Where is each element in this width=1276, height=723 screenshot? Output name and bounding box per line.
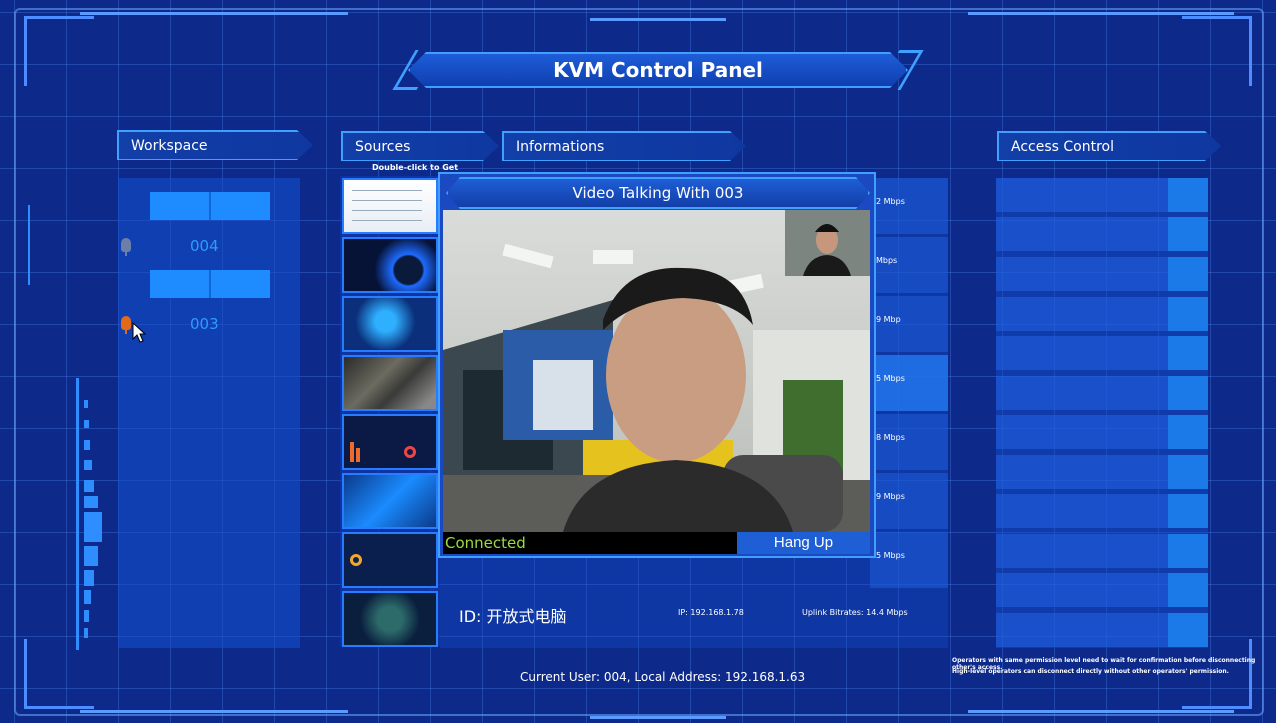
connection-status: Connected (443, 532, 737, 554)
access-row[interactable] (996, 415, 1208, 449)
info-row[interactable] (870, 532, 948, 588)
access-control-header: Access Control (997, 131, 1221, 161)
workspace-004-button[interactable] (150, 192, 270, 220)
page-title: KVM Control Panel (408, 52, 908, 88)
video-call-title: Video Talking With 003 (446, 177, 870, 209)
uplink-rate: 5 Mbps (876, 551, 905, 560)
current-user-status: Current User: 004, Local Address: 192.16… (520, 670, 806, 684)
access-row[interactable] (996, 297, 1208, 331)
access-row[interactable] (996, 494, 1208, 528)
access-row[interactable] (996, 534, 1208, 568)
source-thumbnail-map-dashboard[interactable] (342, 296, 438, 352)
info-row[interactable] (870, 473, 948, 529)
info-row-uplink: Uplink Bitrates: 14.4 Mbps (802, 608, 908, 617)
uplink-rate: 9 Mbps (876, 492, 905, 501)
uplink-rate: 9 Mbp (876, 315, 901, 324)
access-row[interactable] (996, 336, 1208, 370)
frame-accent (590, 18, 726, 21)
source-thumbnail-spreadsheet[interactable] (342, 178, 438, 234)
info-row[interactable] (870, 237, 948, 293)
uplink-rate: 5 Mbps (876, 374, 905, 383)
sources-header: Sources (341, 131, 499, 161)
access-note: High-level operators can disconnect dire… (952, 668, 1229, 675)
access-row[interactable] (996, 613, 1208, 647)
frame-accent (590, 716, 726, 719)
video-feed (443, 210, 870, 532)
access-row[interactable] (996, 455, 1208, 489)
source-thumbnail-charts-dashboard[interactable] (342, 414, 438, 470)
source-thumbnail-photo[interactable] (342, 355, 438, 411)
access-row[interactable] (996, 257, 1208, 291)
video-frame (443, 210, 870, 532)
workspace-item-003[interactable]: 003 (190, 315, 219, 333)
frame-corner (24, 639, 94, 709)
info-row-id[interactable]: ID: 开放式电脑 (459, 603, 567, 627)
info-row[interactable] (870, 296, 948, 352)
info-row-ip: IP: 192.168.1.78 (678, 608, 744, 617)
access-row[interactable] (996, 573, 1208, 607)
info-row[interactable] (870, 414, 948, 470)
hang-up-button[interactable]: Hang Up (737, 532, 870, 554)
access-row[interactable] (996, 217, 1208, 251)
sources-hint: Double-click to Get (372, 163, 459, 172)
informations-header: Informations (502, 131, 746, 161)
source-thumbnail-map[interactable] (342, 591, 438, 647)
mouse-cursor-icon (132, 322, 146, 343)
frame-corner (24, 16, 94, 86)
mic-icon[interactable] (121, 238, 131, 256)
uplink-rate: 8 Mbps (876, 433, 905, 442)
source-thumbnail-analytics[interactable] (342, 532, 438, 588)
source-thumbnail-windows-desktop[interactable] (342, 473, 438, 529)
frame-accent (80, 710, 348, 713)
frame-accent (968, 12, 1234, 15)
uplink-rate: Mbps (876, 256, 898, 265)
mic-active-icon[interactable] (121, 316, 131, 334)
workspace-item-004[interactable]: 004 (190, 237, 219, 255)
info-row[interactable] (870, 178, 948, 234)
workspace-003-button[interactable] (150, 270, 270, 298)
frame-corner (1182, 16, 1252, 86)
access-row[interactable] (996, 178, 1208, 212)
source-thumbnail-planet[interactable] (342, 237, 438, 293)
frame-accent (80, 12, 348, 15)
info-row[interactable] (870, 355, 948, 411)
access-row[interactable] (996, 376, 1208, 410)
frame-accent (968, 710, 1234, 713)
uplink-rate: 2 Mbps (876, 197, 905, 206)
workspace-header: Workspace (117, 130, 313, 160)
